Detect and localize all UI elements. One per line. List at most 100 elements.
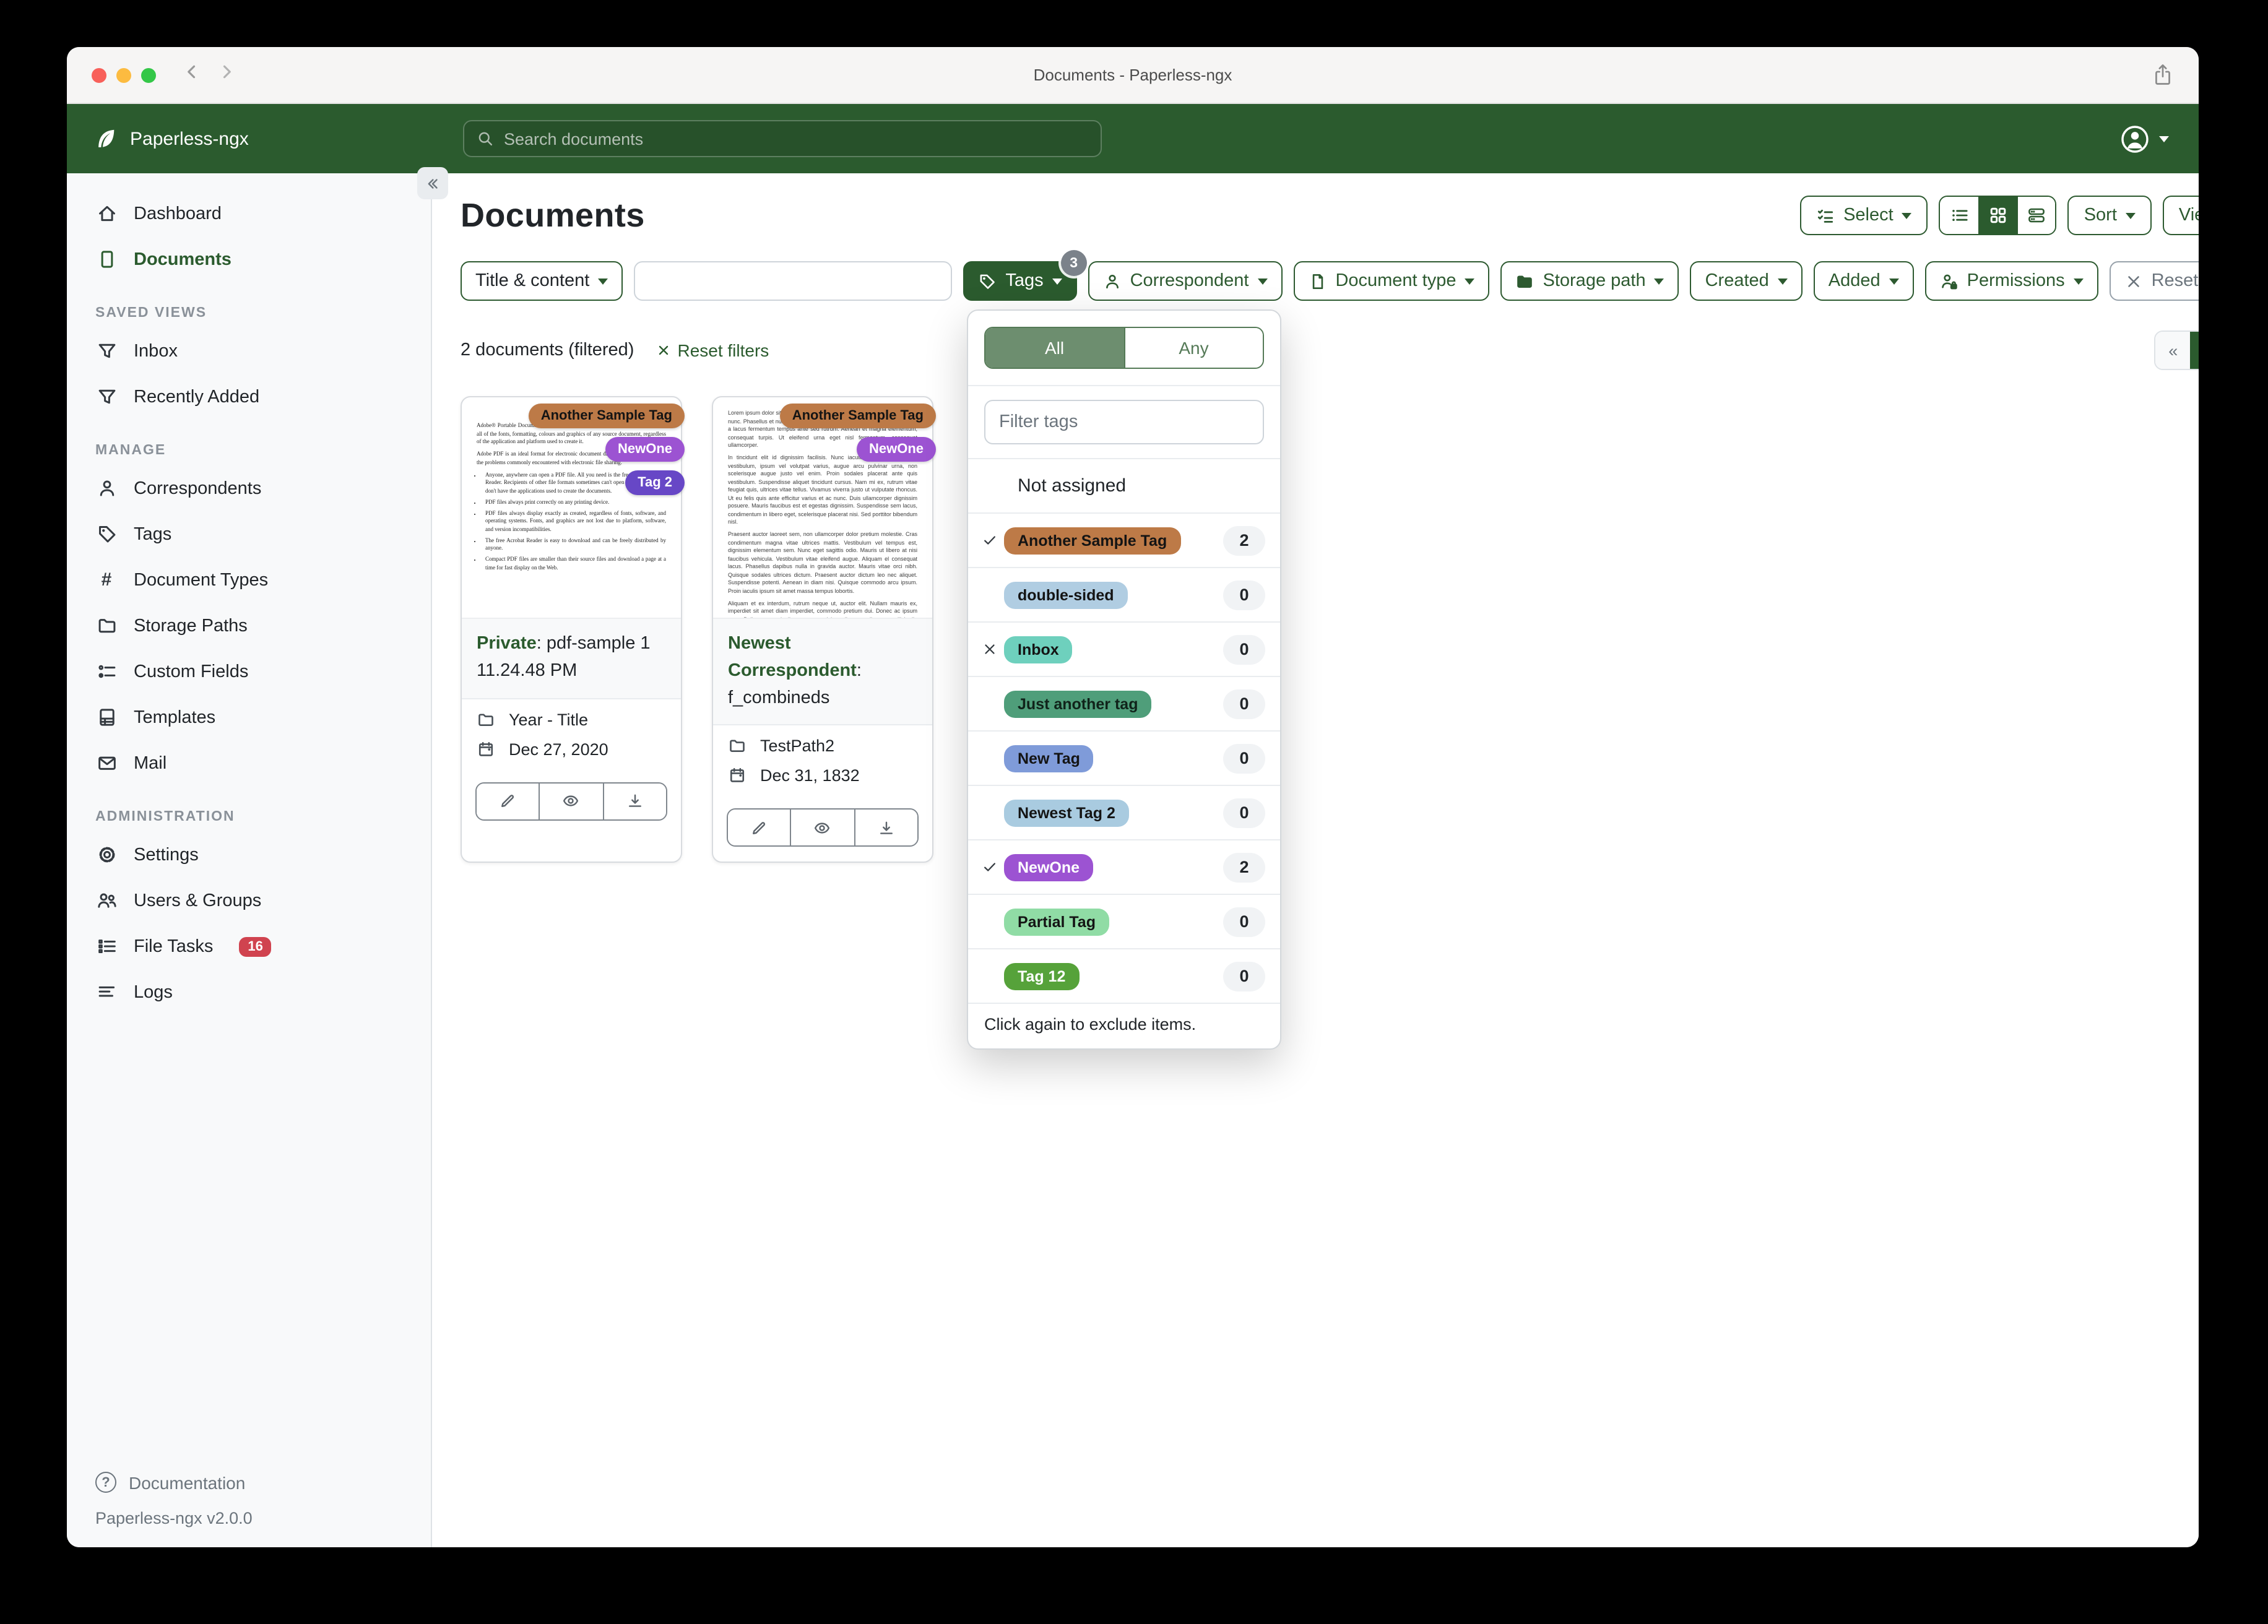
tag-option-partial-tag[interactable]: Partial Tag 0 bbox=[968, 895, 1280, 949]
pagination-prev-button[interactable]: « bbox=[2155, 332, 2191, 369]
app-header: Paperless-ngx bbox=[67, 104, 2199, 173]
close-window-button[interactable] bbox=[92, 67, 106, 82]
tag-count-badge: 2 bbox=[1223, 852, 1265, 882]
sidebar-item-document-types[interactable]: # Document Types bbox=[67, 557, 431, 603]
history-forward-icon[interactable] bbox=[218, 63, 235, 87]
history-back-icon[interactable] bbox=[183, 63, 201, 87]
sidebar-item-templates[interactable]: Templates bbox=[67, 694, 431, 740]
view-mode-toggle bbox=[1939, 196, 2057, 235]
download-button[interactable] bbox=[854, 810, 917, 846]
hash-icon: # bbox=[101, 569, 112, 590]
tag-chip-another-sample-tag[interactable]: Another Sample Tag bbox=[528, 404, 685, 428]
sidebar-item-storage-paths[interactable]: Storage Paths bbox=[67, 603, 431, 649]
tags-match-any-button[interactable]: Any bbox=[1123, 328, 1263, 368]
sidebar-item-recently-added[interactable]: Recently Added bbox=[67, 374, 431, 420]
sidebar-section-manage: MANAGE bbox=[95, 443, 167, 458]
sidebar-item-custom-fields[interactable]: Custom Fields bbox=[67, 649, 431, 694]
toolbar: Select Sort Vi bbox=[1800, 196, 2199, 235]
maximize-window-button[interactable] bbox=[141, 67, 156, 82]
folder-icon bbox=[95, 615, 118, 637]
sidebar-item-dashboard[interactable]: Dashboard bbox=[67, 191, 431, 236]
select-button[interactable]: Select bbox=[1800, 196, 1928, 235]
brand[interactable]: Paperless-ngx bbox=[94, 127, 249, 150]
tags-filter-count-badge: 3 bbox=[1060, 250, 1087, 276]
sidebar-item-inbox[interactable]: Inbox bbox=[67, 328, 431, 374]
filter-added-button[interactable]: Added bbox=[1813, 261, 1914, 301]
sidebar-item-tags[interactable]: Tags bbox=[67, 511, 431, 557]
tag-option-newest-tag-2[interactable]: Newest Tag 20 bbox=[968, 786, 1280, 840]
chevron-down-icon bbox=[1889, 279, 1899, 285]
tag-chip-tag-2[interactable]: Tag 2 bbox=[625, 470, 685, 495]
filter-tags-button[interactable]: Tags 3 bbox=[963, 250, 1087, 301]
filedoc-icon bbox=[1308, 272, 1327, 290]
filter-correspondent-button[interactable]: Correspondent bbox=[1088, 261, 1283, 301]
filter-tags-input[interactable] bbox=[984, 400, 1264, 444]
tag-option-new-tag[interactable]: New Tag 0 bbox=[968, 732, 1280, 786]
view-button[interactable] bbox=[539, 783, 603, 819]
check-icon bbox=[982, 532, 998, 548]
eye-icon bbox=[814, 819, 831, 837]
tag-option-another-sample-tag[interactable]: Another Sample Tag 2 bbox=[968, 514, 1280, 568]
tag-option-not-assigned[interactable]: Not assigned bbox=[968, 459, 1280, 514]
minimize-window-button[interactable] bbox=[116, 67, 131, 82]
download-icon bbox=[626, 792, 644, 810]
filter-storage-path-button[interactable]: Storage path bbox=[1500, 261, 1679, 301]
sidebar-item-documents[interactable]: Documents bbox=[67, 236, 431, 282]
view-button[interactable] bbox=[790, 810, 854, 846]
sidebar-item-mail[interactable]: Mail bbox=[67, 740, 431, 786]
sidebar-item-settings[interactable]: Settings bbox=[67, 832, 431, 878]
sidebar-item-logs[interactable]: Logs bbox=[67, 969, 431, 1015]
storage-path-row[interactable]: Year - Title bbox=[477, 710, 666, 728]
filter-text-input[interactable] bbox=[634, 261, 953, 301]
filter-created-button[interactable]: Created bbox=[1690, 261, 1803, 301]
x-icon bbox=[2124, 272, 2143, 290]
sidebar-item-correspondents[interactable]: Correspondents bbox=[67, 465, 431, 511]
filter-field-selector[interactable]: Title & content bbox=[461, 261, 623, 301]
document-card[interactable]: Adobe Acrobat PDF FilesAdobe® Portable D… bbox=[461, 396, 685, 863]
share-icon[interactable] bbox=[2152, 63, 2174, 87]
filter-permissions-button[interactable]: Permissions bbox=[1924, 261, 2098, 301]
tag-option-just-another-tag[interactable]: Just another tag 0 bbox=[968, 677, 1280, 732]
user-menu[interactable] bbox=[2119, 123, 2169, 154]
avatar-icon bbox=[2121, 125, 2149, 152]
view-grid-button[interactable] bbox=[1978, 197, 2017, 234]
pencil-icon bbox=[750, 819, 768, 837]
sidebar-item-file-tasks[interactable]: File Tasks 16 bbox=[67, 923, 431, 969]
search-icon bbox=[478, 132, 493, 146]
tag-option-double-sided[interactable]: double-sided 0 bbox=[968, 568, 1280, 623]
tags-match-toggle: All Any bbox=[984, 327, 1264, 369]
document-card[interactable]: Lorem ipsum dolor sit amet, consectetur … bbox=[712, 396, 936, 863]
logs-icon bbox=[95, 981, 118, 1003]
sidebar-item-users-groups[interactable]: Users & Groups bbox=[67, 878, 431, 923]
reset-filters-link[interactable]: Reset filters bbox=[656, 340, 769, 360]
card-title[interactable]: Newest Correspondent: f_combineds bbox=[713, 618, 932, 725]
global-search[interactable] bbox=[463, 120, 1102, 157]
tag-chip-another-sample-tag[interactable]: Another Sample Tag bbox=[779, 404, 936, 428]
pagination-page-1[interactable]: 1 bbox=[2190, 332, 2199, 369]
tag-option-inbox[interactable]: Inbox 0 bbox=[968, 623, 1280, 677]
sidebar-item-documentation[interactable]: ? Documentation bbox=[95, 1472, 253, 1493]
tags-match-all-button[interactable]: All bbox=[985, 328, 1123, 368]
storage-path-row[interactable]: TestPath2 bbox=[728, 737, 917, 756]
views-button[interactable]: Views bbox=[2162, 196, 2199, 235]
sidebar-collapse-button[interactable] bbox=[417, 167, 448, 199]
view-list-button[interactable] bbox=[1940, 197, 1979, 234]
card-title[interactable]: Private: pdf-sample 1 11.24.48 PM bbox=[462, 618, 681, 698]
filter-reset-filters-button[interactable]: Reset filters bbox=[2109, 261, 2199, 301]
grid-view-icon bbox=[1991, 207, 2006, 223]
tag-chip-newone[interactable]: NewOne bbox=[605, 437, 685, 462]
tag-option-newone[interactable]: NewOne 2 bbox=[968, 840, 1280, 895]
tag-chip-newone[interactable]: NewOne bbox=[856, 437, 936, 462]
card-actions bbox=[727, 808, 919, 847]
chevron-down-icon bbox=[1777, 279, 1788, 285]
tag-option-tag-12[interactable]: Tag 12 0 bbox=[968, 949, 1280, 1004]
search-input[interactable] bbox=[504, 129, 1088, 148]
filter-document-type-button[interactable]: Document type bbox=[1293, 261, 1490, 301]
edit-button[interactable] bbox=[728, 810, 790, 846]
sort-button[interactable]: Sort bbox=[2067, 196, 2152, 235]
gear-icon bbox=[95, 844, 118, 866]
list-view-icon bbox=[1952, 210, 1968, 221]
edit-button[interactable] bbox=[477, 783, 539, 819]
download-button[interactable] bbox=[602, 783, 666, 819]
view-detail-button[interactable] bbox=[2017, 197, 2056, 234]
